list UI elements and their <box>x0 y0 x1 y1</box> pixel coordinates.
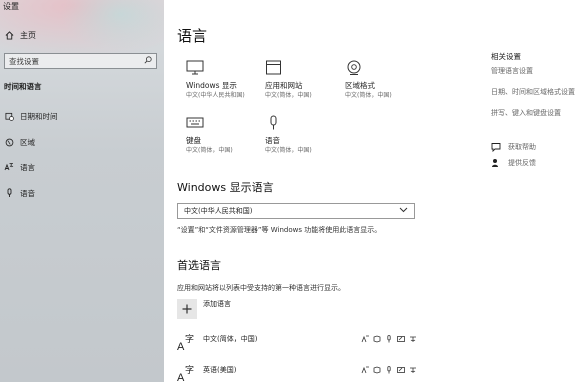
language-glyph-icon: A字 <box>177 363 197 382</box>
display-language-note: “设置”和“文件资源管理器”等 Windows 功能将使用此语言显示。 <box>177 226 382 234</box>
give-feedback-label: 提供反馈 <box>508 159 536 167</box>
tile-value: 中文(简体，中国) <box>265 147 312 154</box>
window-icon <box>265 60 345 78</box>
tile-keyboard[interactable]: 键盘 中文(简体，中国) <box>186 115 266 155</box>
language-icon <box>4 162 14 172</box>
language-name: 英语(美国) <box>203 366 237 374</box>
search-icon[interactable] <box>144 56 152 66</box>
add-language-button[interactable]: 添加语言 <box>177 299 231 319</box>
preferred-languages-note: 应用和网站将以列表中受支持的第一种语言进行显示。 <box>177 284 345 292</box>
give-feedback-link[interactable]: 提供反馈 <box>491 158 536 168</box>
display-language-select[interactable]: 中文(中华人民共和国) <box>177 203 415 219</box>
sidebar-home[interactable]: 主页 <box>4 29 36 41</box>
related-link-language-admin[interactable]: 管理语言设置 <box>491 66 533 76</box>
ime-feature-icon <box>408 335 417 344</box>
language-features <box>360 366 417 375</box>
handwriting-feature-icon <box>396 335 405 344</box>
home-icon <box>4 30 14 40</box>
sidebar-home-label: 主页 <box>20 30 36 40</box>
ime-feature-icon <box>408 366 417 375</box>
feedback-icon <box>491 158 503 168</box>
monitor-icon <box>186 60 266 78</box>
sidebar-item-region[interactable]: 区域 <box>4 136 35 148</box>
globe-icon <box>345 60 425 78</box>
search-placeholder: 查找设置 <box>9 56 39 66</box>
get-help-label: 获取帮助 <box>508 143 536 151</box>
tile-name: 语音 <box>265 136 280 145</box>
related-link-typing-keyboard[interactable]: 拼写、键入和键盘设置 <box>491 108 561 118</box>
display-language-value: 中文(中华人民共和国) <box>184 207 253 215</box>
add-language-label: 添加语言 <box>203 300 231 308</box>
search-input[interactable]: 查找设置 <box>4 53 157 69</box>
tile-value: 中文(简体，中国) <box>265 92 312 99</box>
sidebar-item-date-time[interactable]: 日期和时间 <box>4 110 58 122</box>
tile-apps-websites[interactable]: 应用和网站 中文(简体，中国) <box>265 60 345 100</box>
help-chat-icon <box>491 142 503 152</box>
calendar-clock-icon <box>4 112 14 121</box>
handwriting-feature-icon <box>396 366 405 375</box>
tile-name: 键盘 <box>186 136 201 145</box>
sidebar: 设置 主页 查找设置 时间和语言 日期和时间 区域 语言 语音 <box>0 0 164 382</box>
language-features <box>360 335 417 344</box>
language-item-zh-cn[interactable]: A字 中文(简体，中国) <box>177 331 417 353</box>
get-help-link[interactable]: 获取帮助 <box>491 142 536 152</box>
section-title: 时间和语言 <box>4 82 42 91</box>
related-settings-title: 相关设置 <box>491 52 521 61</box>
svg-text:字: 字 <box>185 333 194 345</box>
tile-value: 中文(简体，中国) <box>345 92 392 99</box>
speech-feature-icon <box>384 366 393 375</box>
svg-text:A: A <box>177 372 185 382</box>
tile-speech[interactable]: 语音 中文(简体，中国) <box>265 115 345 155</box>
tile-value: 中文(简体，中国) <box>186 147 233 154</box>
tile-value: 中文(中华人民共和国) <box>186 92 245 99</box>
window-title: 设置 <box>3 2 19 11</box>
tile-name: 应用和网站 <box>265 81 303 90</box>
language-item-en-us[interactable]: A字 英语(美国) <box>177 362 417 382</box>
svg-text:A: A <box>177 341 185 352</box>
svg-text:字: 字 <box>185 364 194 376</box>
microphone-icon <box>4 188 14 198</box>
preferred-languages-heading: 首选语言 <box>177 259 221 272</box>
speech-feature-icon <box>384 335 393 344</box>
tile-name: Windows 显示 <box>186 81 237 90</box>
language-pack-feature-icon <box>372 366 381 375</box>
chevron-down-icon <box>399 207 408 215</box>
main-content: 语言 Windows 显示 中文(中华人民共和国) 应用和网站 中文(简体，中国… <box>164 0 580 382</box>
sidebar-item-language[interactable]: 语言 <box>4 161 35 173</box>
display-language-feature-icon <box>360 335 369 344</box>
sidebar-item-label: 语音 <box>20 188 35 198</box>
sidebar-item-speech[interactable]: 语音 <box>4 187 35 199</box>
microphone-icon <box>265 115 345 133</box>
display-language-feature-icon <box>360 366 369 375</box>
plus-icon <box>177 299 197 319</box>
language-pack-feature-icon <box>372 335 381 344</box>
tile-regional-format[interactable]: 区域格式 中文(简体，中国) <box>345 60 425 100</box>
display-language-heading: Windows 显示语言 <box>177 181 274 194</box>
page-title: 语言 <box>177 27 208 45</box>
sidebar-item-label: 语言 <box>20 162 35 172</box>
tile-windows-display[interactable]: Windows 显示 中文(中华人民共和国) <box>186 60 266 100</box>
globe-icon <box>4 138 14 147</box>
sidebar-item-label: 日期和时间 <box>20 111 58 121</box>
sidebar-item-label: 区域 <box>20 137 35 147</box>
language-name: 中文(简体，中国) <box>203 335 258 343</box>
keyboard-icon <box>186 115 266 133</box>
language-glyph-icon: A字 <box>177 332 197 353</box>
tile-name: 区域格式 <box>345 81 375 90</box>
related-link-date-region[interactable]: 日期、时间和区域格式设置 <box>491 87 575 97</box>
